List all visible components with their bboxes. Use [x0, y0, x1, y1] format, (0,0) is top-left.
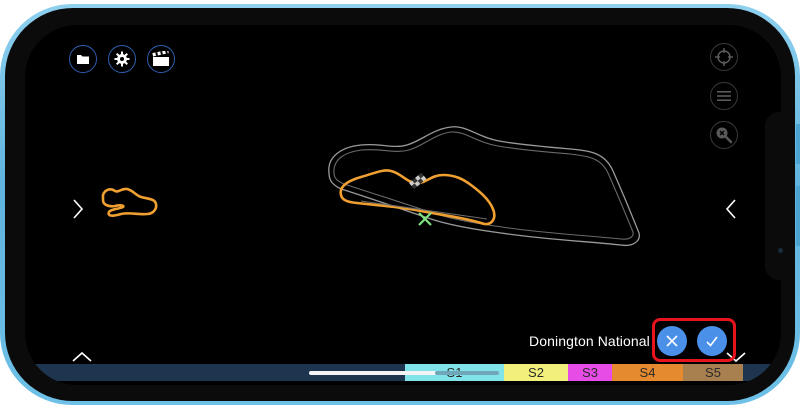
- app-screen: Donington National S1 S2 S3 S4 S5: [25, 25, 781, 385]
- actions-highlight-box: [652, 318, 736, 362]
- open-folder-button[interactable]: [69, 45, 97, 73]
- phone-bezel: Donington National S1 S2 S3 S4 S5: [5, 8, 795, 401]
- sector-s5[interactable]: S5: [683, 364, 743, 381]
- camera-dot: [778, 248, 783, 253]
- phone-frame: Donington National S1 S2 S3 S4 S5: [0, 4, 800, 405]
- side-button-lower: [796, 186, 800, 246]
- gear-icon: [114, 51, 130, 67]
- menu-icon: [717, 91, 731, 101]
- checkered-flag-icon: [409, 172, 427, 190]
- next-track-chevron-icon[interactable]: [72, 198, 84, 220]
- clapperboard-icon: [152, 51, 169, 66]
- sector-s2[interactable]: S2: [504, 364, 568, 381]
- sector-s3[interactable]: S3: [568, 364, 612, 381]
- chevron-up-icon[interactable]: [71, 351, 93, 363]
- previous-track-chevron-icon[interactable]: [725, 198, 737, 220]
- sector-s4[interactable]: S4: [612, 364, 683, 381]
- phone-notch: [765, 112, 795, 280]
- menu-button[interactable]: [710, 82, 738, 110]
- folder-icon: [77, 55, 89, 64]
- video-button[interactable]: [147, 45, 175, 73]
- track-name-label: Donington National: [529, 333, 650, 349]
- zoom-out-icon: [716, 127, 733, 144]
- settings-button[interactable]: [108, 45, 136, 73]
- zoom-button[interactable]: [710, 121, 738, 149]
- home-indicator-overlap: [435, 371, 499, 375]
- mini-track-map[interactable]: [97, 185, 163, 221]
- locate-button[interactable]: [710, 43, 738, 71]
- side-button-upper: [796, 124, 800, 164]
- crosshair-icon: [715, 48, 733, 66]
- main-track-map[interactable]: [321, 123, 661, 253]
